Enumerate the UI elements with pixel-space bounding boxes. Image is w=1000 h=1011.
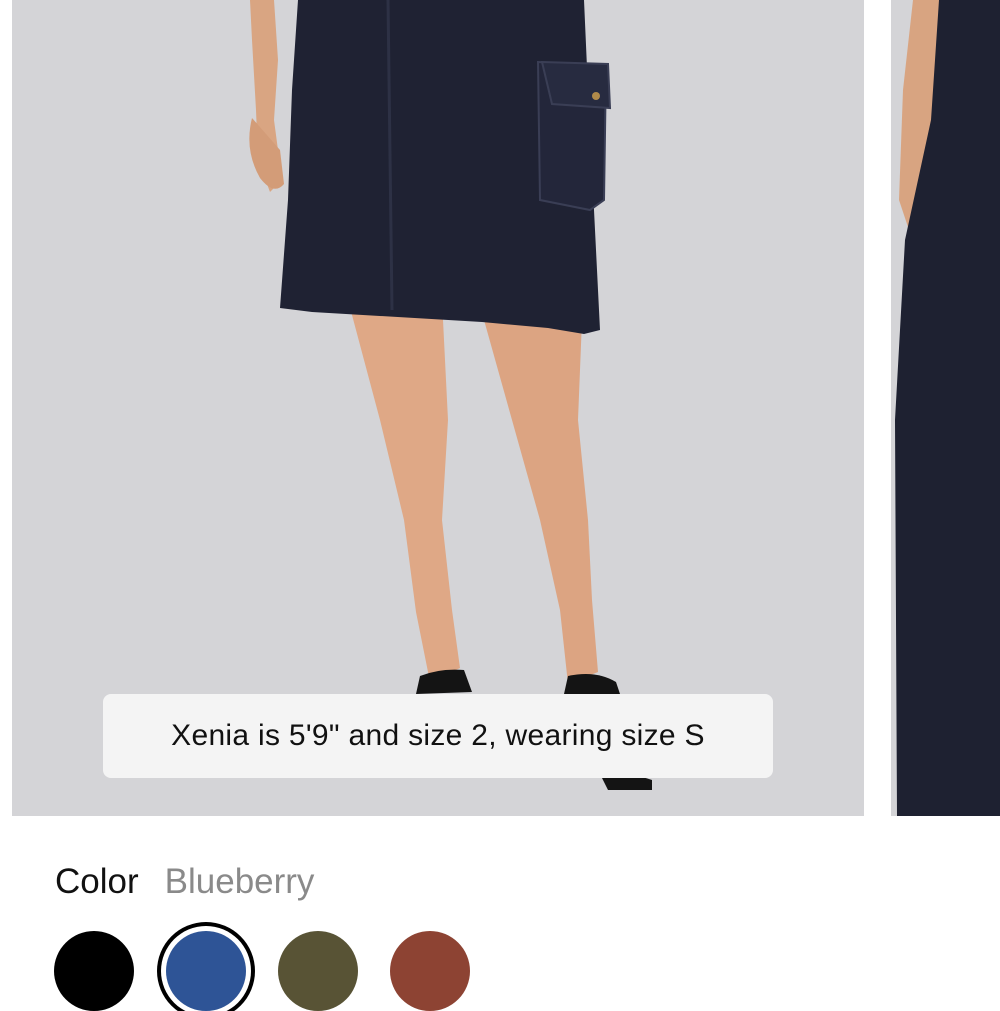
- product-image-gallery[interactable]: Xenia is 5'9" and size 2, wearing size S: [0, 0, 1000, 816]
- selected-color-name: Blueberry: [164, 862, 315, 901]
- color-swatch-black[interactable]: [54, 931, 134, 1011]
- model-size-caption: Xenia is 5'9" and size 2, wearing size S: [103, 694, 773, 778]
- color-swatch-list: [0, 925, 1000, 1011]
- product-photo-next[interactable]: [891, 0, 1000, 816]
- color-swatch-olive[interactable]: [278, 931, 358, 1011]
- next-photo-preview-image: [895, 0, 1000, 816]
- color-swatch-rust[interactable]: [390, 931, 470, 1011]
- color-swatch-blueberry[interactable]: [166, 931, 246, 1011]
- color-label: Color: [55, 862, 139, 901]
- color-selector-header: Color Blueberry: [55, 862, 314, 906]
